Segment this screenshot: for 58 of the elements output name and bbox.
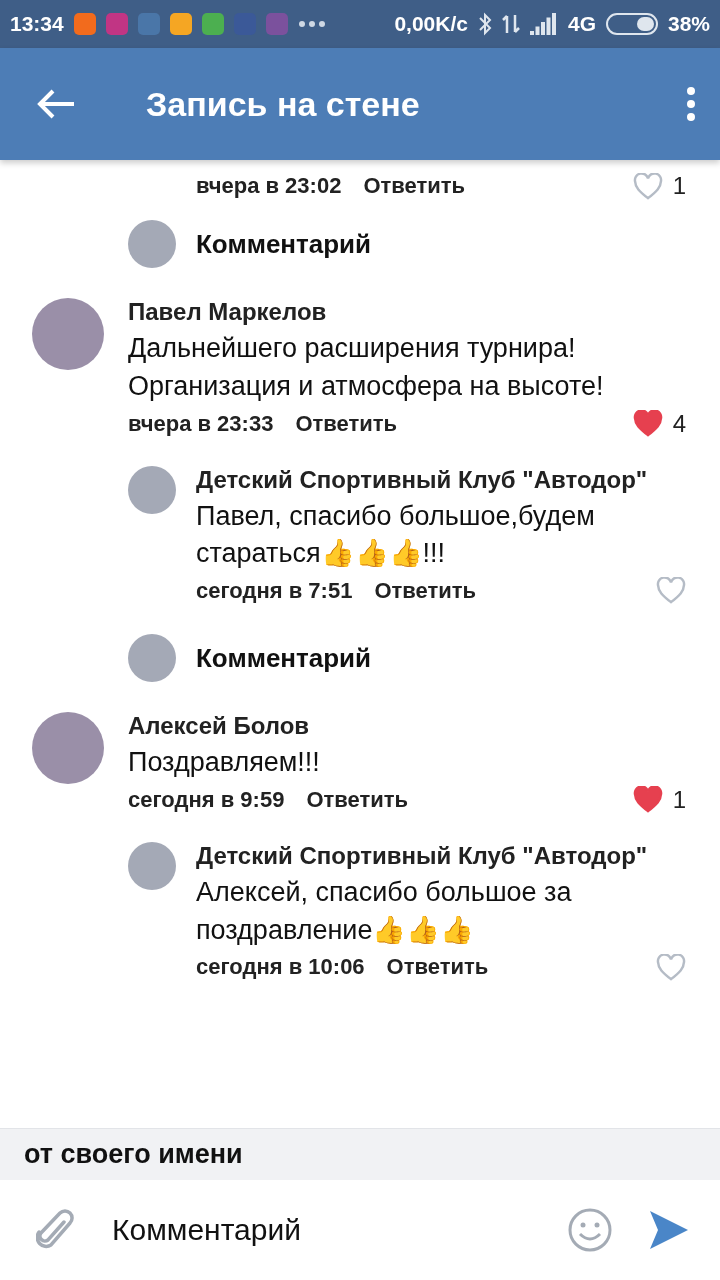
data-transfer-icon [501, 13, 520, 35]
app-notification-icon [265, 13, 288, 35]
menu-dots-icon [686, 86, 696, 122]
heart-icon[interactable] [632, 786, 663, 814]
heart-icon[interactable] [656, 577, 686, 605]
emoji-button[interactable] [568, 1208, 612, 1252]
reply-link[interactable]: Ответить [306, 787, 409, 813]
app-notification-icon [105, 13, 128, 35]
comment-time: сегодня в 7:51 [196, 577, 353, 604]
network-type: 4G [567, 12, 596, 36]
bluetooth-icon [477, 12, 492, 36]
app-notification-icon [201, 13, 224, 35]
send-arrow-icon [648, 1209, 690, 1251]
app-notification-icon [73, 13, 96, 35]
comment-text: Дальнейшего расширения турнира! Организация и атмосфера на высоте! [128, 332, 605, 403]
post-as-label[interactable]: от своего имени [0, 1128, 720, 1180]
author-name[interactable]: Детский Спортивный Клуб "Автодор" [196, 842, 686, 870]
screen-title: Запись на стене [146, 84, 421, 124]
comment-time: вчера в 23:33 [128, 410, 274, 437]
status-time: 13:34 [10, 12, 64, 36]
send-button[interactable] [648, 1209, 690, 1251]
signal-icon [529, 13, 558, 35]
smiley-icon [568, 1208, 612, 1252]
app-notification-icon [169, 13, 192, 35]
comment-time: сегодня в 9:59 [128, 787, 285, 813]
avatar [128, 220, 176, 268]
reply-link[interactable]: Ответить [386, 954, 489, 981]
like-count: 1 [672, 172, 686, 200]
reply-link[interactable]: Ответить [295, 410, 398, 437]
comment-time: сегодня в 10:06 [196, 954, 365, 981]
reply-link[interactable]: Ответить [374, 577, 477, 604]
battery-icon [605, 13, 658, 35]
battery-percent: 38% [667, 12, 710, 36]
network-speed: 0,00K/с [394, 12, 468, 36]
avatar [128, 634, 176, 683]
heart-icon[interactable] [632, 410, 663, 438]
back-button[interactable] [36, 88, 76, 120]
author-name[interactable]: Павел Маркелов [128, 298, 686, 326]
menu-button[interactable] [686, 86, 696, 122]
reply-link[interactable]: Ответить [363, 173, 466, 199]
comment-time: вчера в 23:02 [196, 173, 342, 199]
author-name[interactable]: Алексей Болов [128, 712, 686, 741]
avatar[interactable] [128, 465, 176, 514]
like-count: 1 [672, 786, 686, 814]
comment-text: Павел, спасибо большое,будем стараться👍👍👍!!! [196, 499, 596, 571]
avatar[interactable] [128, 842, 176, 890]
reply-prompt[interactable]: Комментарий [196, 642, 372, 674]
comment-input[interactable]: Комментарий [110, 1212, 532, 1248]
more-notifications-icon [297, 20, 326, 28]
author-name[interactable]: Детский Спортивный Клуб "Автодор" [196, 465, 686, 494]
comment-text: Поздравляем!!! [128, 746, 321, 780]
reply-prompt[interactable]: Комментарий [196, 228, 372, 260]
back-arrow-icon [36, 88, 76, 120]
like-count: 4 [672, 409, 686, 438]
comment-text: Алексей, спасибо большое за поздравление👍👍👍 [196, 876, 573, 947]
heart-icon[interactable] [656, 953, 686, 981]
heart-icon[interactable] [632, 172, 663, 200]
app-notification-icon [137, 13, 160, 35]
